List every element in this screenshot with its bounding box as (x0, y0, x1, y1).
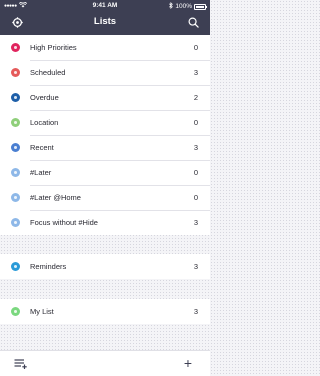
list-color-icon (11, 68, 20, 77)
list-item[interactable]: Reminders 3 (0, 254, 210, 279)
battery-icon (194, 3, 207, 10)
page-title: Lists (93, 16, 117, 27)
list-color-icon (11, 43, 20, 52)
status-right: 100% (169, 1, 207, 11)
list-item[interactable]: Focus without #Hide 3 (0, 210, 210, 235)
list-item-label: Reminders (30, 262, 67, 271)
list-item-label: #Later (30, 168, 52, 177)
list-color-icon (11, 143, 20, 152)
add-button[interactable]: + (182, 356, 194, 370)
list-color-icon (11, 262, 20, 271)
list-item-label: #Later @Home (30, 193, 81, 202)
list-item-count: 3 (193, 218, 198, 227)
list-item[interactable]: #Later 0 (0, 160, 210, 185)
list-color-icon (11, 93, 20, 102)
list-color-icon (11, 118, 20, 127)
list-item[interactable]: Recent 3 (0, 135, 210, 160)
list-item[interactable]: My List 3 (0, 299, 210, 324)
list-item-count: 0 (193, 168, 198, 177)
bluetooth-icon (169, 1, 174, 11)
my-lists-section: My List 3 (0, 299, 210, 324)
list-item-count: 3 (193, 262, 198, 271)
list-menu-button[interactable] (14, 357, 28, 371)
reminders-section: Reminders 3 (0, 254, 210, 279)
list-item-label: High Priorities (30, 43, 77, 52)
status-bar: ●●●●● 9:41 AM 100% (0, 0, 210, 12)
list-color-icon (11, 168, 20, 177)
list-item[interactable]: Location 0 (0, 110, 210, 135)
list-color-icon (11, 218, 20, 227)
list-item-label: My List (30, 307, 54, 316)
list-color-icon (11, 193, 20, 202)
list-item-count: 0 (193, 193, 198, 202)
list-item-label: Focus without #Hide (30, 218, 98, 227)
list-item-count: 0 (193, 43, 198, 52)
list-item-count: 3 (193, 143, 198, 152)
list-item[interactable]: Overdue 2 (0, 85, 210, 110)
list-item-label: Recent (30, 143, 54, 152)
navigation-bar: ●●●●● 9:41 AM 100% Lists (0, 0, 210, 39)
list-menu-icon (14, 359, 27, 369)
list-item-count: 2 (193, 93, 198, 102)
list-item[interactable]: #Later @Home 0 (0, 185, 210, 210)
list-item-label: Scheduled (30, 68, 66, 77)
search-button[interactable] (186, 15, 200, 29)
list-item-label: Overdue (30, 93, 59, 102)
list-item[interactable]: High Priorities 0 (0, 35, 210, 60)
search-icon (188, 17, 199, 28)
list-item-label: Location (30, 118, 59, 127)
list-item[interactable]: Scheduled 3 (0, 60, 210, 85)
list-item-count: 3 (193, 307, 198, 316)
list-color-icon (11, 307, 20, 316)
list-item-count: 0 (193, 118, 198, 127)
battery-percent: 100% (175, 3, 192, 10)
list-item-count: 3 (193, 68, 198, 77)
bottom-toolbar: + (0, 350, 210, 376)
smart-lists-section: High Priorities 0 Scheduled 3 Overdue 2 Locati… (0, 35, 210, 235)
